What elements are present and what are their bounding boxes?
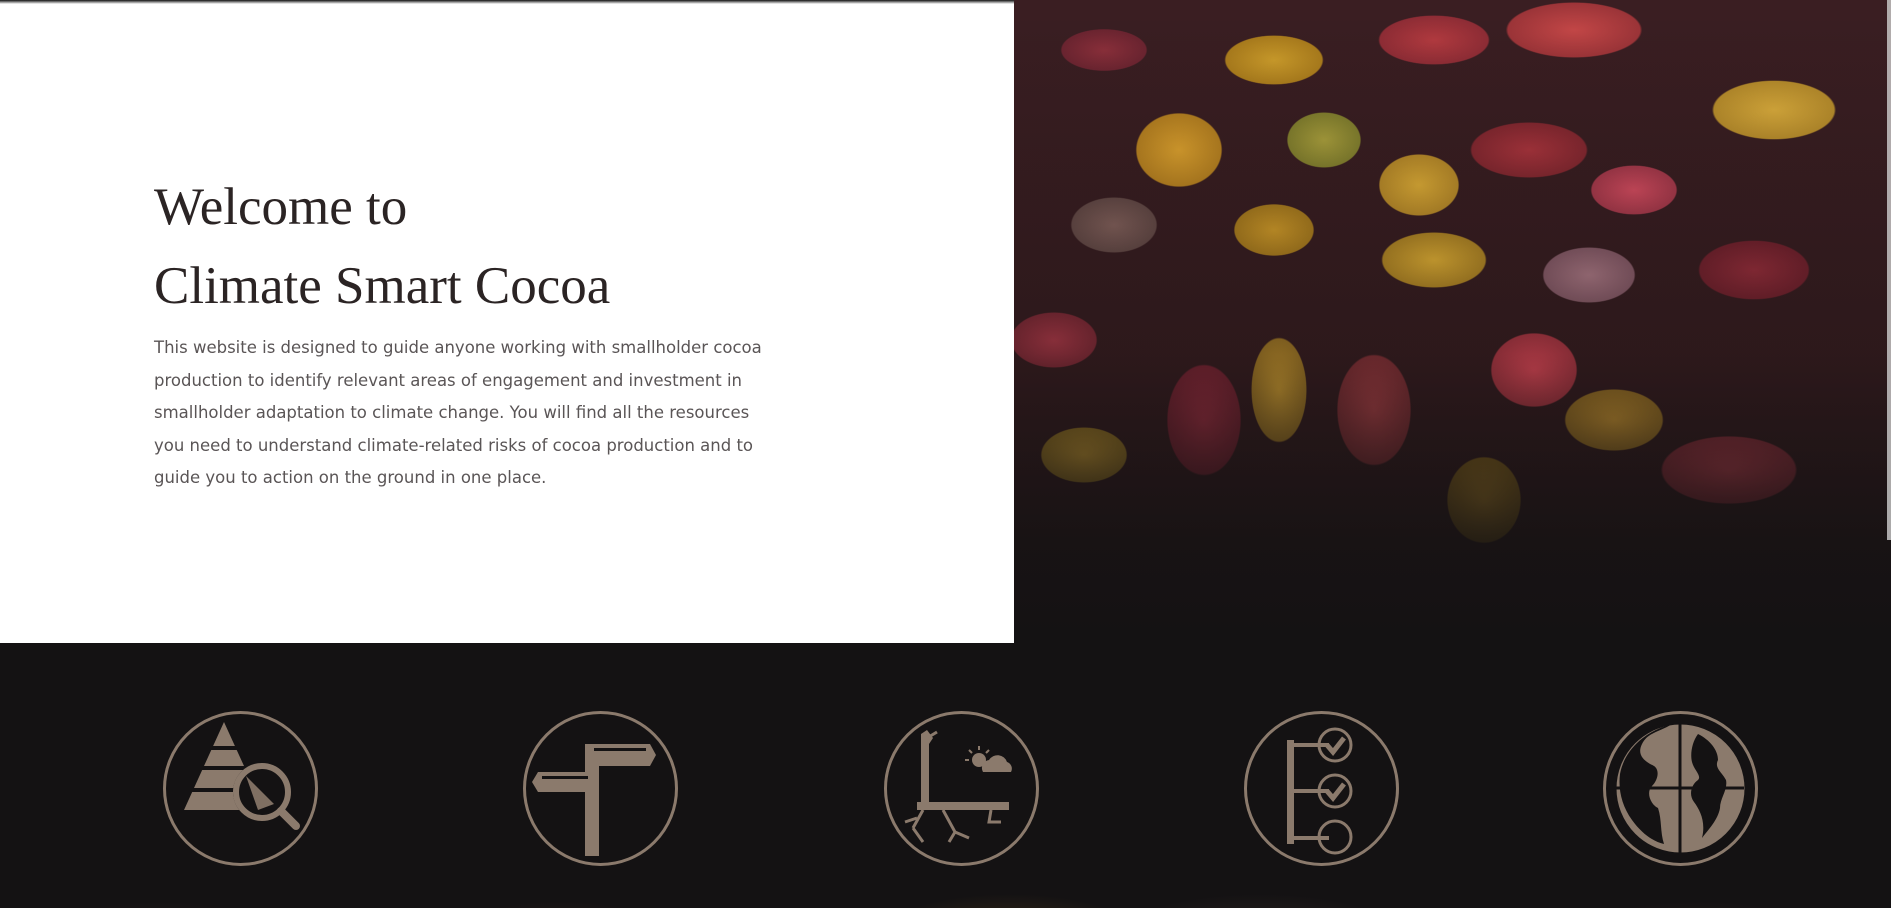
pyramid-magnifier-icon (163, 711, 318, 866)
topic-button-actions[interactable] (1243, 710, 1400, 867)
topics-band (0, 643, 1891, 908)
intro-description: This website is designed to guide anyone… (154, 338, 762, 487)
topic-button-guidance[interactable] (522, 710, 679, 867)
page-title: Welcome to Climate Smart Cocoa (154, 168, 610, 326)
hero-cocoa-image (1014, 0, 1891, 643)
tree-weather-icon (884, 711, 1039, 866)
topic-icon-row (0, 643, 1891, 908)
intro-panel: Welcome to Climate Smart Cocoa This webs… (0, 0, 1014, 643)
topic-button-global-resources[interactable] (1602, 710, 1759, 867)
top-edge-shadow (0, 0, 1014, 4)
title-line-2: Climate Smart Cocoa (154, 257, 611, 315)
globe-icon (1603, 711, 1758, 866)
checklist-icon (1244, 711, 1399, 866)
scrollbar[interactable] (1887, 0, 1891, 540)
topic-button-climate-impacts[interactable] (883, 710, 1040, 867)
title-line-1: Welcome to (154, 178, 408, 236)
topic-button-risk-assessment[interactable] (162, 710, 319, 867)
signpost-icon (523, 711, 678, 866)
